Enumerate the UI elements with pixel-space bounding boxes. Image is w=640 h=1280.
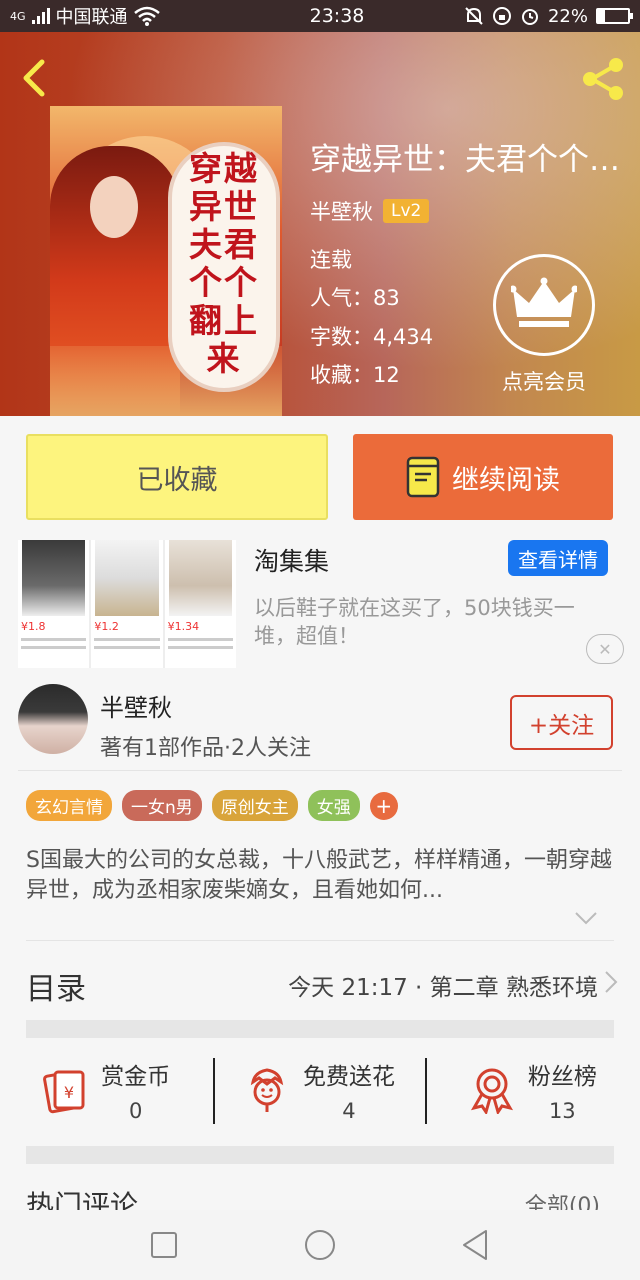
table-of-contents-row[interactable]: 目录 今天 21:17 · 第二章 熟悉环境 — [0, 950, 640, 1016]
serial-status: 连载 — [310, 248, 352, 272]
continue-reading-button[interactable]: 继续阅读 — [353, 434, 613, 520]
add-tag-button[interactable]: + — [369, 791, 398, 820]
home-icon[interactable] — [302, 1227, 338, 1263]
book-title: 穿越异世：夫君个个塌... — [310, 142, 635, 178]
alarm-icon — [521, 9, 538, 25]
ad-price-2: ¥1.2 — [94, 620, 119, 633]
ad-title[interactable]: 淘集集 — [254, 542, 329, 578]
chevron-right-icon — [605, 971, 618, 993]
signal-icon — [31, 8, 50, 24]
stat-value: 4 — [342, 1099, 356, 1123]
ad-price-3: ¥1.34 — [167, 620, 200, 633]
recent-apps-icon[interactable] — [146, 1227, 182, 1263]
book-header: 穿越异世夫君个个翻上来 穿越异世：夫君个个塌... 半壁秋 Lv2 连载 人气：… — [0, 32, 640, 416]
favorites-count: 收藏：12 — [310, 363, 400, 387]
ad-detail-button[interactable]: 查看详情 — [508, 540, 608, 576]
vip-label: 点亮会员 — [502, 370, 586, 394]
red-envelope-icon: ¥ — [43, 1070, 85, 1114]
tag-item[interactable]: 原创女主 — [211, 790, 298, 821]
chevron-down-icon[interactable] — [574, 910, 598, 926]
network-label: 4G — [10, 9, 26, 23]
svg-text:¥: ¥ — [64, 1083, 74, 1102]
author-card-name[interactable]: 半壁秋 — [100, 688, 172, 723]
book-cover[interactable]: 穿越异世夫君个个翻上来 — [50, 106, 282, 416]
divider — [26, 940, 614, 941]
section-spacer — [26, 1020, 614, 1038]
ad-image[interactable]: ¥1.8 ¥1.2 ¥1.34 — [18, 540, 236, 668]
stats-row: ¥ 赏金币 0 免费送花 4 粉丝榜 13 — [0, 1040, 640, 1140]
author-card-subtitle: 著有1部作品·2人关注 — [100, 736, 311, 761]
mute-bell-icon — [465, 7, 483, 25]
stat-label: 粉丝榜 — [527, 1064, 597, 1090]
ribbon-medal-icon — [470, 1068, 513, 1114]
level-badge: Lv2 — [383, 199, 430, 223]
share-icon[interactable] — [578, 54, 628, 104]
fan-ranking-button[interactable]: 粉丝榜 13 — [427, 1040, 640, 1140]
stat-label: 赏金币 — [101, 1064, 171, 1090]
book-icon — [406, 456, 440, 498]
word-count: 字数：4,434 — [310, 325, 434, 349]
tag-list: 玄幻言情 一女n男 原创女主 女强 + — [26, 790, 398, 821]
author-avatar[interactable] — [18, 684, 88, 754]
carrier-label: 中国联通 — [55, 7, 128, 28]
back-icon[interactable] — [458, 1227, 494, 1263]
collected-label: 已收藏 — [136, 464, 218, 496]
lock-rotation-icon — [492, 7, 511, 25]
cover-title-art: 穿越异世夫君个个翻上来 — [189, 149, 259, 378]
flower-icon — [250, 1068, 284, 1112]
vip-button[interactable]: 点亮会员 — [492, 254, 596, 414]
latest-chapter: 今天 21:17 · 第二章 熟悉环境 — [288, 975, 598, 1001]
ad-description: 以后鞋子就在这买了，50块钱买一堆，超值！ — [254, 596, 575, 648]
stat-label: 免费送花 — [302, 1064, 395, 1090]
crown-icon — [511, 277, 577, 327]
close-icon: ✕ — [598, 639, 612, 659]
battery-icon — [596, 8, 633, 24]
stat-value: 0 — [128, 1099, 143, 1123]
section-spacer — [26, 1146, 614, 1164]
ad-close-button[interactable]: ✕ — [586, 634, 624, 664]
battery-percent: 22% — [547, 5, 588, 27]
collected-button[interactable]: 已收藏 — [26, 434, 328, 520]
divider — [213, 1058, 216, 1124]
popularity: 人气：83 — [310, 286, 400, 310]
tag-item[interactable]: 一女n男 — [122, 790, 202, 821]
toc-label: 目录 — [26, 972, 86, 1007]
tag-item[interactable]: 玄幻言情 — [26, 790, 112, 821]
send-flowers-button[interactable]: 免费送花 4 — [213, 1040, 427, 1140]
stat-value: 13 — [548, 1099, 576, 1123]
follow-button[interactable]: +关注 — [510, 695, 613, 750]
status-bar: 4G 中国联通 23:38 22% — [0, 0, 640, 32]
clock: 23:38 — [309, 5, 365, 27]
tag-item[interactable]: 女强 — [307, 790, 360, 821]
reward-coins-button[interactable]: ¥ 赏金币 0 — [0, 1040, 213, 1140]
continue-reading-label: 继续阅读 — [452, 464, 560, 496]
ad-price-1: ¥1.8 — [21, 620, 46, 633]
back-arrow-icon[interactable] — [14, 54, 54, 102]
system-nav-bar — [0, 1210, 640, 1280]
divider — [18, 770, 622, 771]
wifi-icon — [133, 6, 160, 26]
plus-icon: + — [375, 793, 393, 818]
author-name[interactable]: 半壁秋 — [310, 196, 373, 226]
synopsis: S国最大的公司的女总裁，十八般武艺，样样精通，一朝穿越异世，成为丞相家废柴嫡女，… — [26, 848, 612, 903]
